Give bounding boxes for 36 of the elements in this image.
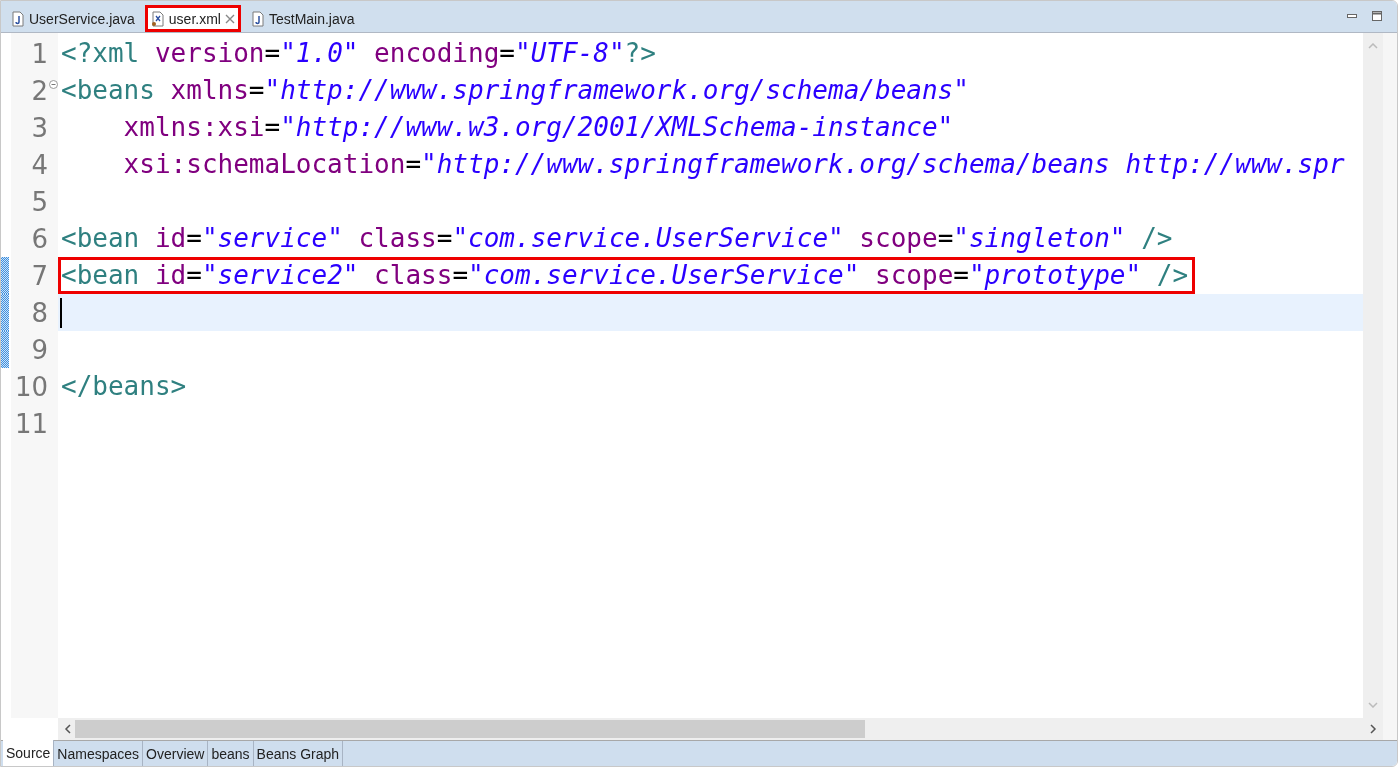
page-tab[interactable]: Overview	[143, 741, 209, 766]
editor-tab[interactable]: user.xml	[144, 5, 241, 32]
line-number: 9	[31, 334, 48, 365]
file-icon	[11, 10, 25, 27]
file-icon	[250, 10, 265, 27]
code-line: </beans>	[61, 370, 187, 403]
page-tab[interactable]: Beans Graph	[253, 741, 344, 766]
line-number: 5	[31, 186, 48, 217]
line-number: 1	[31, 38, 48, 69]
text-caret	[60, 298, 62, 328]
fold-icon[interactable]	[49, 80, 58, 89]
line-number: 7	[31, 260, 48, 291]
code-line: xmlns:xsi="http://www.w3.org/2001/XMLSchema-instance"	[122, 111, 954, 144]
code-line: <bean id="service2" class="com.service.UserService" scope="prototype" />	[61, 259, 1189, 292]
scrollbar-thumb[interactable]	[75, 720, 865, 738]
page-tab[interactable]: Namespaces	[54, 741, 144, 766]
file-icon	[150, 10, 165, 27]
line-number: 11	[14, 408, 48, 439]
close-icon[interactable]	[224, 13, 235, 24]
line-number: 10	[14, 371, 48, 402]
page-tab[interactable]: beans	[208, 741, 254, 766]
page-tab[interactable]: Source	[3, 740, 55, 766]
line-number: 3	[31, 112, 48, 143]
line-number: 4	[31, 149, 48, 180]
editor-tab[interactable]: TestMain.java	[244, 5, 361, 32]
code-line: <bean id="service" class="com.service.UserService" scope="singleton" />	[61, 222, 1173, 255]
line-number: 6	[31, 223, 48, 254]
line-number: 2	[31, 75, 48, 106]
horizontal-scrollbar[interactable]	[58, 718, 1383, 740]
code-line: xsi:schemaLocation="http://www.springframework.org/schema/beans http://www.spr	[122, 148, 1345, 181]
editor-tab[interactable]: UserService.java	[5, 5, 141, 32]
line-number: 8	[31, 297, 48, 328]
code-line: <beans xmlns="http://www.springframework.org/schema/beans"	[61, 74, 969, 107]
code-line: <?xml version="1.0" encoding="UTF-8"?>	[61, 37, 656, 70]
maximize-icon[interactable]	[1372, 11, 1383, 22]
minimize-icon[interactable]	[1347, 14, 1358, 19]
